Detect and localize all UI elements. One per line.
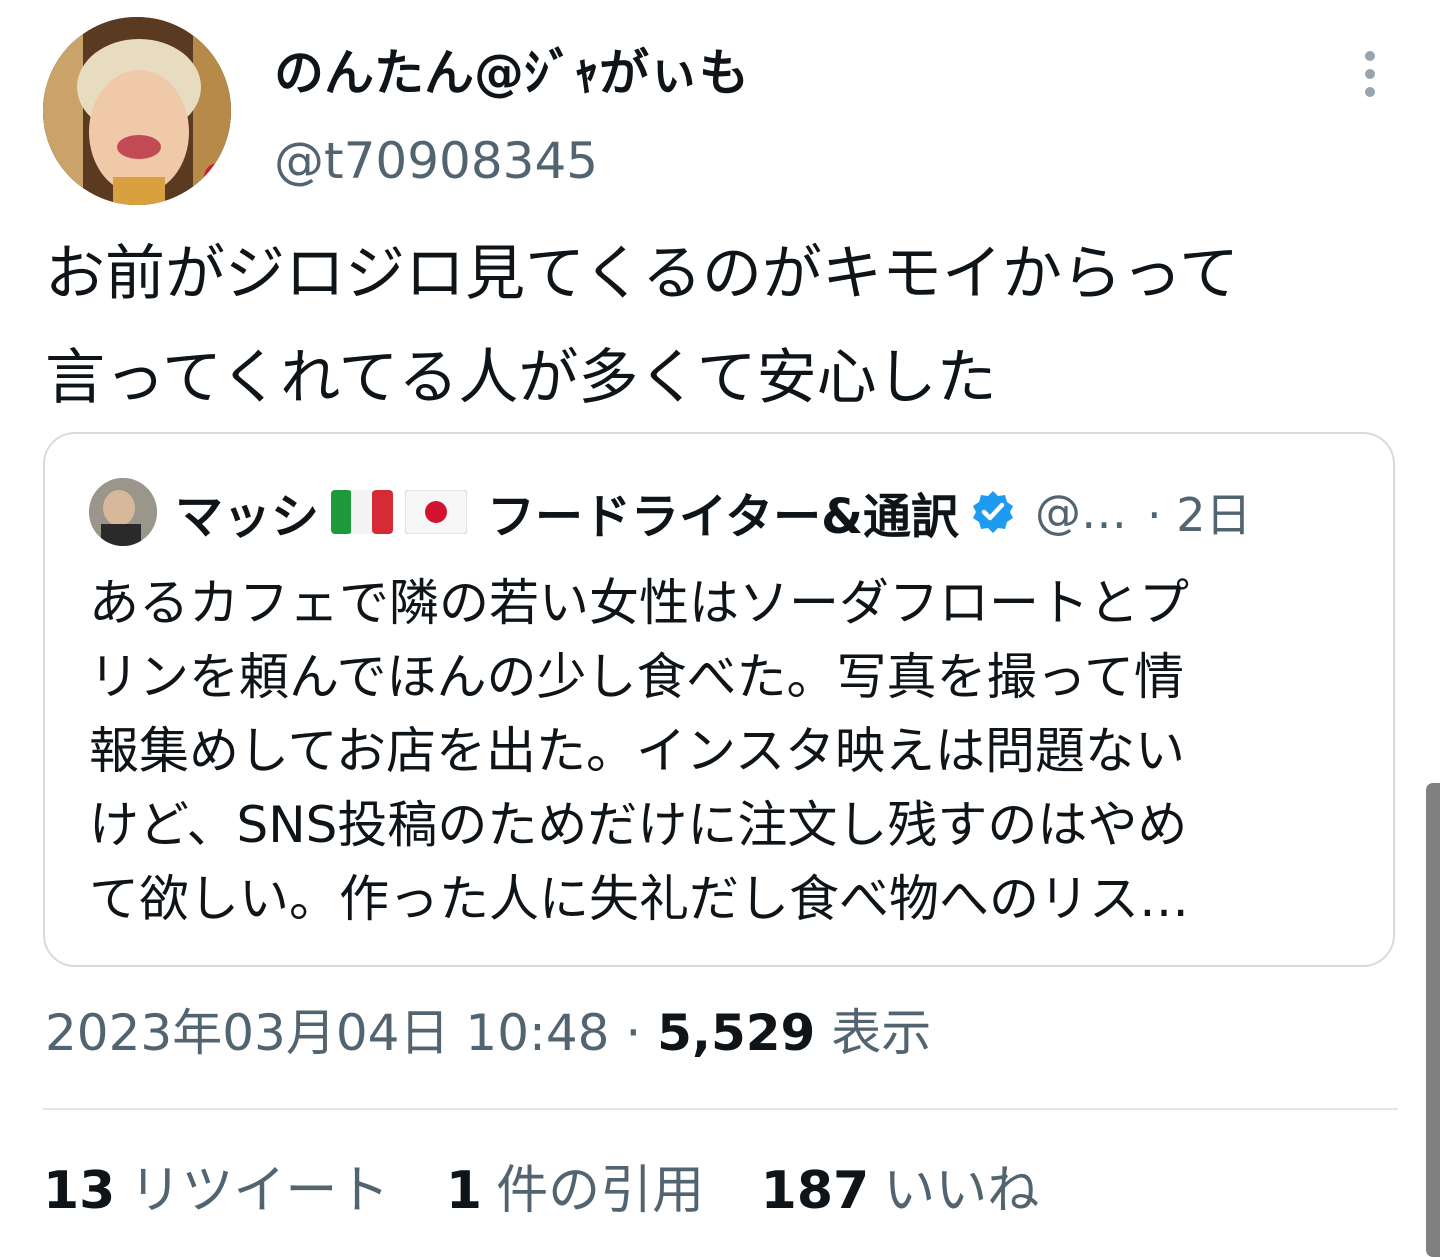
tweet-timestamp[interactable]: 2023年03月04日 10:48 (45, 1004, 609, 1062)
tweet-stats: 13 リツイート 1 件の引用 187 いいね (43, 1158, 1079, 1224)
quoted-author-name: マッシ (175, 489, 320, 545)
retweets-label: リツイート (129, 1161, 390, 1221)
tweet-meta: 2023年03月04日 10:48 · 5,529 表示 (45, 1000, 931, 1066)
japan-flag-icon (404, 489, 468, 535)
quoted-text-line: て欲しい。作った人に失礼だし食べ物へのリス… (89, 870, 1189, 928)
quoted-tweet-header: マッシ フードライター&通訳 @… · 2日 (175, 474, 1375, 550)
tweet-text: お前がジロジロ見てくるのがキモイからって 言ってくれてる人が多くて安心した (45, 222, 1405, 430)
quoted-tweet-text: あるカフェで隣の若い女性はソーダフロートとプ リンを頼んでほんの少し食べた。写真… (89, 566, 1359, 936)
author-avatar[interactable] (43, 17, 231, 205)
quoted-author-handle: @… (1034, 485, 1127, 539)
tweet-text-line: お前がジロジロ見てくるのがキモイからって (45, 239, 1239, 309)
retweets-count: 13 (43, 1161, 116, 1221)
verified-badge-icon (969, 488, 1017, 536)
divider (43, 1108, 1398, 1110)
quoted-text-line: リンを頼んでほんの少し食べた。写真を撮って情 (89, 648, 1184, 706)
likes-count: 187 (760, 1161, 870, 1221)
quoted-text-line: 報集めしてお店を出た。インスタ映えは問題ない (89, 722, 1185, 780)
quotes-stat[interactable]: 1 件の引用 (446, 1158, 704, 1224)
author-handle[interactable]: @t70908345 (274, 128, 598, 194)
italy-flag-icon (331, 490, 394, 534)
avatar-image (43, 17, 231, 205)
quoted-author-avatar (89, 478, 157, 546)
quoted-author-name-suffix: フードライター&通訳 (487, 489, 959, 545)
tweet-text-line: 言ってくれてる人が多くて安心した (45, 343, 997, 413)
views-label: 表示 (831, 1004, 932, 1062)
meta-separator: · (609, 1004, 658, 1062)
quotes-label: 件の引用 (496, 1161, 705, 1221)
author-display-name[interactable]: のんたん@ｼﾞｬがぃも (274, 38, 749, 108)
likes-label: いいね (883, 1161, 1040, 1221)
retweets-stat[interactable]: 13 リツイート (43, 1158, 389, 1224)
quotes-count: 1 (445, 1161, 483, 1221)
quoted-text-line: けど、SNS投稿のためだけに注文し残すのはやめ (89, 796, 1188, 854)
quoted-tweet-time: · 2日 (1146, 488, 1252, 542)
quoted-text-line: あるカフェで隣の若い女性はソーダフロートとプ (89, 574, 1189, 632)
views-count: 5,529 (657, 1004, 816, 1062)
scrollbar[interactable] (1426, 783, 1440, 1257)
more-options-icon[interactable] (1350, 44, 1390, 104)
quoted-tweet-card[interactable]: マッシ フードライター&通訳 @… · 2日 あるカフェで隣の若い女性はソーダフ… (43, 432, 1395, 967)
likes-stat[interactable]: 187 いいね (761, 1158, 1040, 1224)
